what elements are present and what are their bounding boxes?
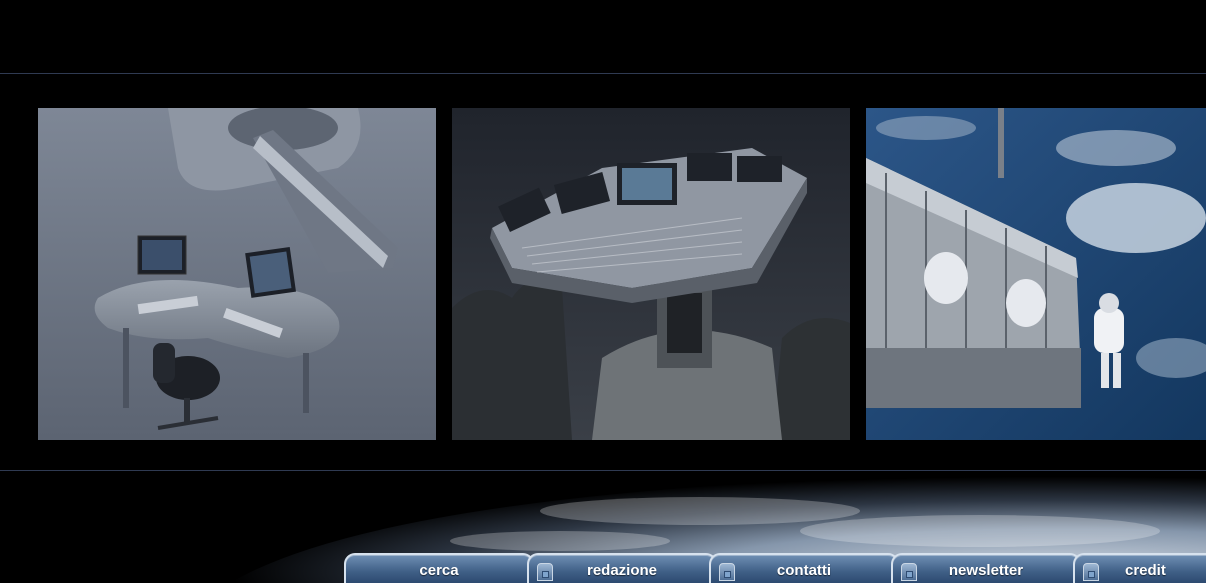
nav-tab-label: redazione [586, 562, 658, 579]
header-band [0, 0, 1206, 73]
tab-knob-icon [1083, 563, 1099, 581]
main-navigation: cerca redazione contatti newsletter cred… [344, 553, 1206, 583]
medical-workstation-image[interactable] [38, 108, 436, 440]
top-divider [0, 73, 1206, 74]
nav-tab-cerca[interactable]: cerca [344, 553, 534, 583]
audio-console-image[interactable] [452, 108, 850, 440]
nav-tab-label: cerca [419, 562, 459, 579]
nav-tab-label: contatti [776, 562, 832, 579]
nav-tab-redazione[interactable]: redazione [527, 553, 717, 583]
nav-tab-contatti[interactable]: contatti [709, 553, 899, 583]
nav-tab-credit[interactable]: credit [1073, 553, 1206, 583]
nav-tab-newsletter[interactable]: newsletter [891, 553, 1081, 583]
nav-tab-label: newsletter [948, 562, 1024, 579]
space-station-image[interactable] [866, 108, 1206, 440]
nav-tab-label: credit [1125, 562, 1166, 579]
